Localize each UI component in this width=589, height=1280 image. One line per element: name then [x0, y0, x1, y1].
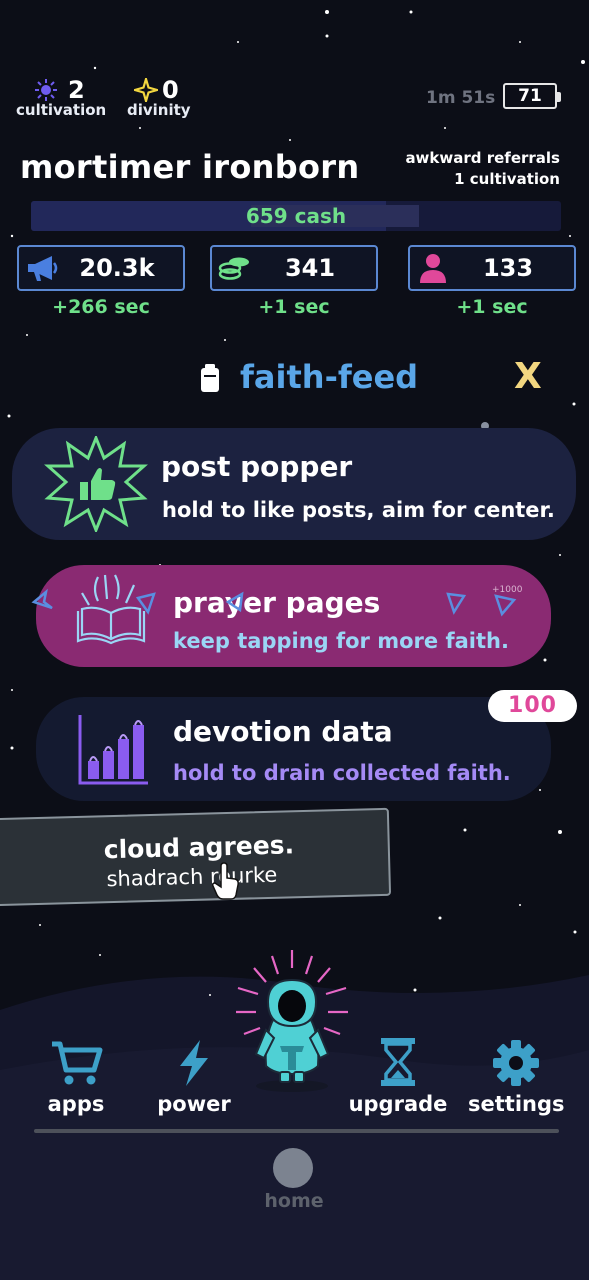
cash-progress-bar: 659 cash [31, 201, 561, 231]
coins-value: 341 [284, 254, 336, 282]
home-label: home [264, 1190, 324, 1212]
nav-power[interactable]: power [154, 1038, 234, 1116]
cart-icon [52, 1041, 103, 1085]
believers-value: 133 [482, 254, 534, 282]
divinity-label: divinity [127, 101, 191, 119]
prayer-pages-subtitle: keep tapping for more faith. [173, 629, 509, 653]
sparkle-icon [134, 78, 158, 102]
divinity-value: 0 [162, 76, 179, 104]
toast-author: shadrach rourke [106, 862, 278, 892]
believers-rate: +1 sec [456, 296, 528, 318]
post-popper-card[interactable]: post popper hold to like posts, aim for … [12, 428, 576, 540]
timer: 1m 51s [426, 88, 496, 108]
nav-power-label: power [157, 1092, 231, 1116]
close-button[interactable]: X [514, 356, 542, 397]
nav-apps-label: apps [47, 1092, 105, 1116]
flying-hands-decor [31, 588, 517, 617]
nav-settings[interactable]: settings [468, 1038, 565, 1116]
devotion-data-card[interactable]: devotion data hold to drain collected fa… [36, 697, 551, 801]
coins-resource: 341 [210, 245, 378, 291]
cultivation-label: cultivation [16, 101, 107, 119]
feed-title: faith-feed [240, 358, 419, 396]
person-icon [410, 247, 456, 289]
nav-upgrade-label: upgrade [348, 1092, 448, 1116]
referral-title: awkward referrals [405, 149, 560, 167]
battery-indicator: 71 [503, 83, 561, 109]
followers-resource: 20.3k [17, 245, 185, 291]
sun-icon [35, 79, 57, 101]
post-popper-title: post popper [161, 450, 353, 483]
hooded-monk-avatar[interactable] [230, 946, 354, 1096]
believers-resource: 133 [408, 245, 576, 291]
bar-chart-icon [78, 715, 148, 785]
coins-rate: +1 sec [258, 296, 330, 318]
hourglass-icon [381, 1038, 415, 1086]
thumbs-up-burst-icon [44, 436, 148, 532]
referral-value: 1 cultivation [454, 170, 560, 188]
referral-info: awkward referrals 1 cultivation [405, 148, 560, 190]
megaphone-icon [19, 247, 65, 289]
lightning-icon [180, 1040, 208, 1086]
toast-message: cloud agrees. [103, 830, 295, 865]
followers-rate: +266 sec [52, 296, 150, 318]
cultivation-value: 2 [68, 76, 85, 104]
nav-settings-label: settings [468, 1092, 565, 1116]
coins-icon [212, 247, 258, 289]
home-button[interactable] [273, 1148, 313, 1188]
devotion-data-subtitle: hold to drain collected faith. [173, 761, 511, 785]
gear-icon [493, 1040, 539, 1086]
notification-toast[interactable]: cloud agrees. shadrach rourke [0, 807, 392, 907]
post-popper-subtitle: hold to like posts, aim for center. [162, 498, 555, 522]
devotion-data-title: devotion data [173, 715, 393, 748]
nav-upgrade[interactable]: upgrade [348, 1036, 448, 1116]
devotion-count-badge: 100 [488, 690, 577, 722]
cash-label: 659 cash [245, 204, 347, 228]
player-name: mortimer ironborn [20, 148, 360, 186]
hand-cursor-icon [212, 862, 239, 900]
nav-divider [34, 1129, 559, 1133]
followers-value: 20.3k [79, 254, 155, 282]
phone-icon [201, 364, 219, 392]
nav-apps[interactable]: apps [40, 1038, 112, 1116]
